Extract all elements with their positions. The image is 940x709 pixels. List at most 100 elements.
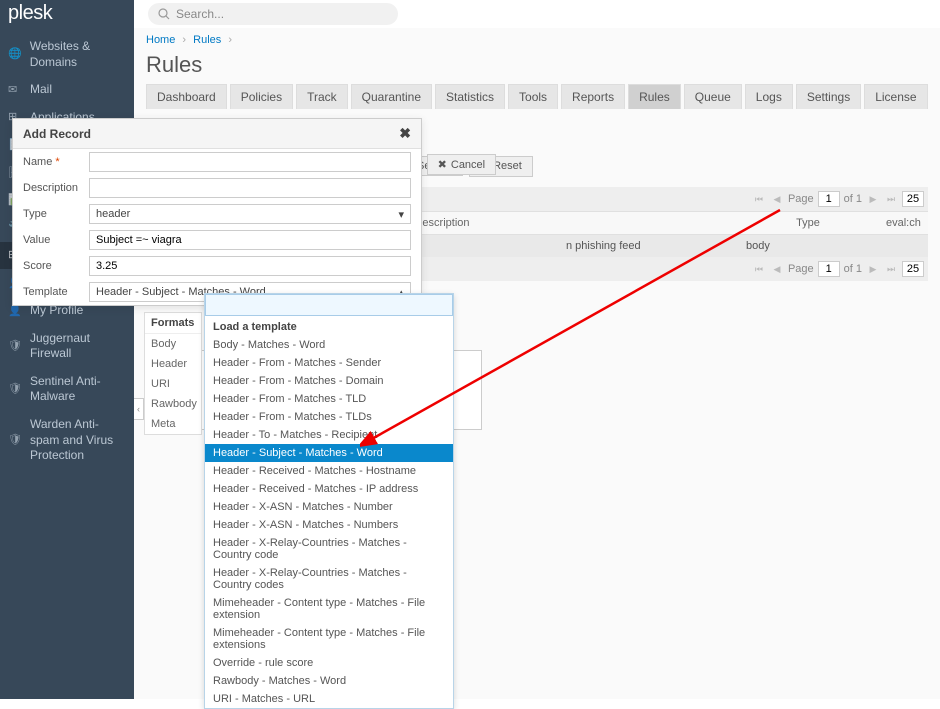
breadcrumb: Home › Rules ›: [134, 28, 940, 52]
modal-title: Add Record: [23, 127, 91, 141]
pager-of: of 1: [844, 193, 862, 205]
sidebar-collapse-handle[interactable]: ‹: [134, 398, 144, 420]
tab-policies[interactable]: Policies: [230, 84, 293, 109]
tab-statistics[interactable]: Statistics: [435, 84, 505, 109]
sidebar-item-sentinel-anti-malware[interactable]: 🛡 Sentinel Anti-Malware: [0, 368, 134, 411]
close-icon[interactable]: ✖: [399, 125, 411, 142]
pager-prev[interactable]: ◀: [770, 262, 784, 276]
pager-last[interactable]: ⏭: [884, 262, 898, 276]
nav-icon: 🛡: [8, 339, 22, 353]
score-input[interactable]: [89, 256, 411, 276]
template-option[interactable]: Header - X-Relay-Countries - Matches - C…: [205, 564, 453, 594]
template-label: Template: [23, 286, 83, 298]
close-icon: ✖: [438, 158, 447, 171]
sidebar-item-label: Juggernaut Firewall: [30, 331, 126, 362]
template-option[interactable]: Header - From - Matches - Sender: [205, 354, 453, 372]
cell-type: body: [738, 235, 878, 257]
tab-queue[interactable]: Queue: [684, 84, 742, 109]
brand-logo: plesk: [0, 0, 134, 33]
format-item-uri[interactable]: URI: [145, 374, 201, 394]
tab-reports[interactable]: Reports: [561, 84, 625, 109]
template-option[interactable]: Header - X-ASN - Matches - Numbers: [205, 516, 453, 534]
tab-track[interactable]: Track: [296, 84, 348, 109]
pager-first[interactable]: ⏮: [752, 262, 766, 276]
nav-icon: 🛡: [8, 382, 22, 396]
template-option[interactable]: Mimeheader - Content type - Matches - Fi…: [205, 594, 453, 624]
sidebar-item-warden-anti-spam-and-virus-protection[interactable]: 🛡 Warden Anti-spam and Virus Protection: [0, 411, 134, 470]
sidebar-item-juggernaut-firewall[interactable]: 🛡 Juggernaut Firewall: [0, 325, 134, 368]
pager-perpage-input[interactable]: [902, 261, 924, 277]
sidebar-item-label: Sentinel Anti-Malware: [30, 374, 126, 405]
template-dropdown: Load a template Body - Matches - WordHea…: [204, 293, 454, 709]
page-title: Rules: [134, 52, 940, 84]
nav-icon: 🛡: [8, 433, 22, 447]
template-option[interactable]: Rawbody - Matches - Word: [205, 672, 453, 690]
template-option[interactable]: Header - X-ASN - Matches - Number: [205, 498, 453, 516]
add-record-modal: Add Record ✖ Name * Description Type hea…: [12, 118, 422, 306]
tab-rules[interactable]: Rules: [628, 84, 681, 109]
pager-perpage-input[interactable]: [902, 191, 924, 207]
pager-page-input[interactable]: [818, 191, 840, 207]
tab-settings[interactable]: Settings: [796, 84, 861, 109]
search-icon: [158, 8, 170, 20]
col-eval[interactable]: eval:ch: [878, 212, 928, 234]
type-select[interactable]: header ▾: [89, 204, 411, 224]
pager-label: Page: [788, 263, 814, 275]
topbar: Search...: [134, 0, 940, 28]
pager-prev[interactable]: ◀: [770, 192, 784, 206]
sidebar: plesk 🌐Websites & Domains✉Mail⊞Applicati…: [0, 0, 134, 699]
format-item-body[interactable]: Body: [145, 334, 201, 354]
value-input[interactable]: [89, 230, 411, 250]
sidebar-item-mail[interactable]: ✉ Mail: [0, 76, 134, 104]
name-label: Name *: [23, 156, 83, 168]
format-item-rawbody[interactable]: Rawbody: [145, 394, 201, 414]
value-label: Value: [23, 234, 83, 246]
global-search[interactable]: Search...: [148, 3, 398, 25]
chevron-down-icon: ▾: [398, 208, 404, 221]
nav-icon: ✉: [8, 83, 22, 97]
pager-of: of 1: [844, 263, 862, 275]
template-option[interactable]: URI - Matches - URL: [205, 690, 453, 708]
sidebar-item-websites-domains[interactable]: 🌐 Websites & Domains: [0, 33, 134, 76]
sidebar-item-label: Warden Anti-spam and Virus Protection: [30, 417, 126, 464]
pager-last[interactable]: ⏭: [884, 192, 898, 206]
crumb-home[interactable]: Home: [146, 34, 175, 46]
sidebar-item-label: Websites & Domains: [30, 39, 126, 70]
template-option[interactable]: Header - Received - Matches - Hostname: [205, 462, 453, 480]
template-option[interactable]: Header - Subject - Matches - Word: [205, 444, 453, 462]
col-type[interactable]: Type: [738, 212, 878, 234]
format-item-header[interactable]: Header: [145, 354, 201, 374]
template-option[interactable]: Header - X-Relay-Countries - Matches - C…: [205, 534, 453, 564]
template-option[interactable]: Header - Received - Matches - IP address: [205, 480, 453, 498]
template-option[interactable]: Mimeheader - Content type - Matches - Fi…: [205, 624, 453, 654]
template-option[interactable]: Override - rule score: [205, 654, 453, 672]
description-input[interactable]: [89, 178, 411, 198]
nav-icon: 🌐: [8, 47, 22, 61]
cell-eval: [878, 235, 928, 257]
template-option[interactable]: Header - To - Matches - Recipient: [205, 426, 453, 444]
crumb-rules[interactable]: Rules: [193, 34, 221, 46]
formats-title: Formats: [145, 313, 201, 334]
sidebar-item-label: Mail: [30, 82, 52, 98]
tab-license[interactable]: License: [864, 84, 927, 109]
template-option[interactable]: Header - From - Matches - Domain: [205, 372, 453, 390]
name-input[interactable]: [89, 152, 411, 172]
pager-first[interactable]: ⏮: [752, 192, 766, 206]
template-option[interactable]: Body - Matches - Word: [205, 336, 453, 354]
pager-page-input[interactable]: [818, 261, 840, 277]
chevron-right-icon: ›: [228, 34, 232, 46]
format-item-meta[interactable]: Meta: [145, 414, 201, 434]
chevron-right-icon: ›: [182, 34, 186, 46]
template-option[interactable]: Header - From - Matches - TLDs: [205, 408, 453, 426]
template-search-input[interactable]: [205, 294, 453, 316]
tab-logs[interactable]: Logs: [745, 84, 793, 109]
pager-next[interactable]: ▶: [866, 192, 880, 206]
tab-dashboard[interactable]: Dashboard: [146, 84, 227, 109]
score-label: Score: [23, 260, 83, 272]
pager-next[interactable]: ▶: [866, 262, 880, 276]
search-placeholder: Search...: [176, 7, 224, 21]
cancel-button[interactable]: ✖ Cancel: [427, 154, 496, 175]
tab-tools[interactable]: Tools: [508, 84, 558, 109]
tab-quarantine[interactable]: Quarantine: [351, 84, 432, 109]
template-option[interactable]: Header - From - Matches - TLD: [205, 390, 453, 408]
